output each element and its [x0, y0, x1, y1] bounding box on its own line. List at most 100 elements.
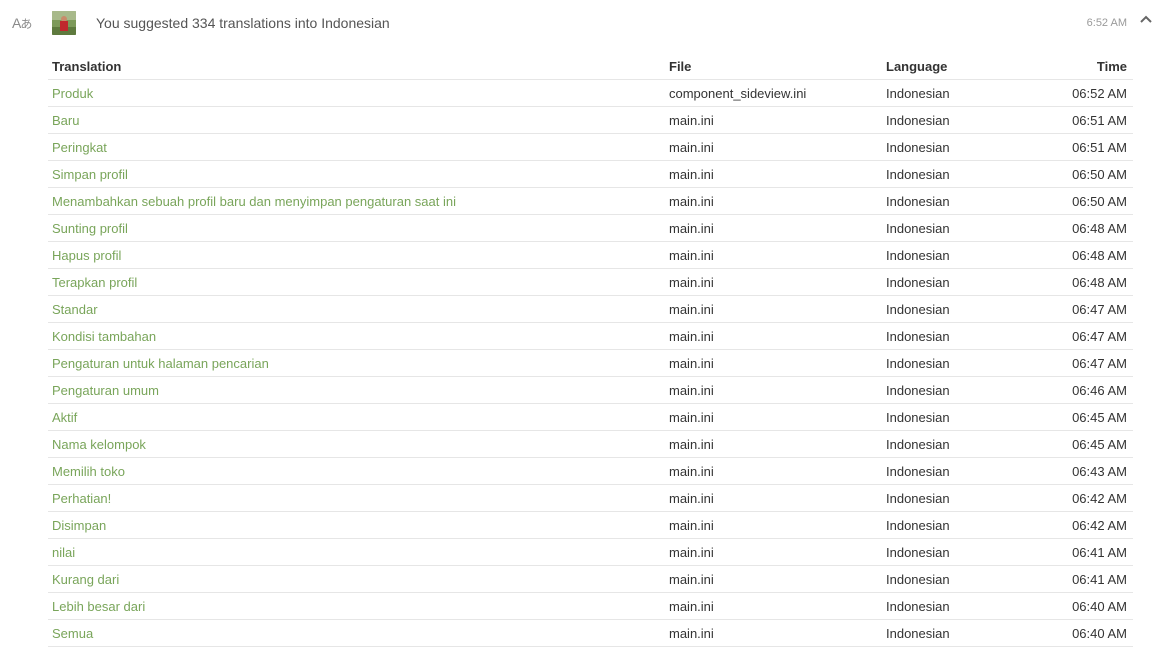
- file-cell: main.ini: [665, 376, 882, 404]
- table-row: Sunting profil main.ini Indonesian 06:48 AM: [48, 214, 1133, 242]
- translation-link[interactable]: Peringkat: [52, 140, 107, 155]
- activity-header: Aあ You suggested 334 translations into I…: [0, 0, 1170, 46]
- language-cell: Indonesian: [882, 592, 1027, 620]
- time-cell: 06:48 AM: [1027, 268, 1133, 296]
- translation-link[interactable]: Memilih toko: [52, 464, 125, 479]
- translation-link[interactable]: Simpan profil: [52, 167, 128, 182]
- language-cell: Indonesian: [882, 241, 1027, 269]
- translation-cell: Standar: [48, 295, 665, 323]
- translation-link[interactable]: Aktif: [52, 410, 77, 425]
- time-cell: 06:51 AM: [1027, 133, 1133, 161]
- activity-time: 6:52 AM: [1086, 17, 1127, 29]
- translation-link[interactable]: Terapkan profil: [52, 275, 137, 290]
- translation-link[interactable]: Lebih besar dari: [52, 599, 145, 614]
- table-row: Peringkat main.ini Indonesian 06:51 AM: [48, 133, 1133, 161]
- file-cell: main.ini: [665, 511, 882, 539]
- translation-link[interactable]: Hapus profil: [52, 248, 121, 263]
- table-row: Kondisi tambahan main.ini Indonesian 06:47 …: [48, 322, 1133, 350]
- translation-cell: Semua: [48, 619, 665, 647]
- language-cell: Indonesian: [882, 187, 1027, 215]
- time-cell: 06:47 AM: [1027, 322, 1133, 350]
- file-cell: main.ini: [665, 187, 882, 215]
- translation-link[interactable]: Nama kelompok: [52, 437, 146, 452]
- time-cell: 06:40 AM: [1027, 619, 1133, 647]
- translation-link[interactable]: Produk: [52, 86, 93, 101]
- translation-link[interactable]: Kondisi tambahan: [52, 329, 156, 344]
- column-header-translation: Translation: [48, 54, 665, 80]
- table-row: Perhatian! main.ini Indonesian 06:42 AM: [48, 484, 1133, 512]
- time-cell: 06:45 AM: [1027, 430, 1133, 458]
- chevron-up-icon[interactable]: [1138, 12, 1154, 28]
- translation-link[interactable]: Sunting profil: [52, 221, 128, 236]
- table-row: Pengaturan untuk halaman pencarian main.i…: [48, 349, 1133, 377]
- table-row: Menambahkan sebuah profil baru dan menyi…: [48, 187, 1133, 215]
- translation-cell: Perhatian!: [48, 484, 665, 512]
- translation-link[interactable]: Semua: [52, 626, 93, 641]
- table-row: Lebih besar dari main.ini Indonesian 06:40 …: [48, 592, 1133, 620]
- table-row: Semua main.ini Indonesian 06:40 AM: [48, 619, 1133, 647]
- file-cell: main.ini: [665, 565, 882, 593]
- translation-cell: Pengaturan untuk halaman pencarian: [48, 349, 665, 377]
- language-cell: Indonesian: [882, 511, 1027, 539]
- file-cell: main.ini: [665, 214, 882, 242]
- translation-cell: Peringkat: [48, 133, 665, 161]
- language-cell: Indonesian: [882, 376, 1027, 404]
- translation-cell: Pengaturan umum: [48, 376, 665, 404]
- table-row: Pengaturan umum main.ini Indonesian 06:46 A…: [48, 376, 1133, 404]
- time-cell: 06:48 AM: [1027, 241, 1133, 269]
- time-cell: 06:50 AM: [1027, 160, 1133, 188]
- translation-cell: Simpan profil: [48, 160, 665, 188]
- table-row: Memilih toko main.ini Indonesian 06:43 AM: [48, 457, 1133, 485]
- translation-link[interactable]: nilai: [52, 545, 75, 560]
- translation-link[interactable]: Perhatian!: [52, 491, 111, 506]
- language-cell: Indonesian: [882, 565, 1027, 593]
- translation-cell: nilai: [48, 538, 665, 566]
- language-cell: Indonesian: [882, 160, 1027, 188]
- translation-link[interactable]: Disimpan: [52, 518, 106, 533]
- file-cell: main.ini: [665, 457, 882, 485]
- time-cell: 06:48 AM: [1027, 214, 1133, 242]
- column-header-file: File: [665, 54, 882, 80]
- table-row: Simpan profil main.ini Indonesian 06:50 AM: [48, 160, 1133, 188]
- file-cell: main.ini: [665, 430, 882, 458]
- time-cell: 06:41 AM: [1027, 538, 1133, 566]
- table-row: nilai main.ini Indonesian 06:41 AM: [48, 538, 1133, 566]
- table-header-row: Translation File Language Time: [48, 54, 1133, 80]
- table-row: Aktif main.ini Indonesian 06:45 AM: [48, 403, 1133, 431]
- file-cell: main.ini: [665, 106, 882, 134]
- file-cell: main.ini: [665, 295, 882, 323]
- time-cell: 06:51 AM: [1027, 106, 1133, 134]
- translation-cell: Baru: [48, 106, 665, 134]
- translation-cell: Hapus profil: [48, 241, 665, 269]
- column-header-time: Time: [1027, 54, 1133, 80]
- translation-link[interactable]: Pengaturan umum: [52, 383, 159, 398]
- table-body: Produk component_sideview.ini Indonesian 06…: [48, 79, 1133, 647]
- language-cell: Indonesian: [882, 322, 1027, 350]
- translation-cell: Memilih toko: [48, 457, 665, 485]
- time-cell: 06:41 AM: [1027, 565, 1133, 593]
- time-cell: 06:47 AM: [1027, 349, 1133, 377]
- translation-link[interactable]: Baru: [52, 113, 79, 128]
- translation-link[interactable]: Kurang dari: [52, 572, 119, 587]
- translation-cell: Lebih besar dari: [48, 592, 665, 620]
- language-cell: Indonesian: [882, 430, 1027, 458]
- file-cell: main.ini: [665, 592, 882, 620]
- file-cell: main.ini: [665, 484, 882, 512]
- file-cell: main.ini: [665, 241, 882, 269]
- translation-link[interactable]: Pengaturan untuk halaman pencarian: [52, 356, 269, 371]
- file-cell: component_sideview.ini: [665, 79, 882, 107]
- translation-link[interactable]: Menambahkan sebuah profil baru dan menyi…: [52, 194, 456, 209]
- file-cell: main.ini: [665, 538, 882, 566]
- file-cell: main.ini: [665, 322, 882, 350]
- language-cell: Indonesian: [882, 538, 1027, 566]
- translation-cell: Kondisi tambahan: [48, 322, 665, 350]
- translate-icon: Aあ: [12, 15, 32, 31]
- language-cell: Indonesian: [882, 349, 1027, 377]
- table-row: Standar main.ini Indonesian 06:47 AM: [48, 295, 1133, 323]
- time-cell: 06:50 AM: [1027, 187, 1133, 215]
- table-row: Terapkan profil main.ini Indonesian 06:48 A…: [48, 268, 1133, 296]
- translation-link[interactable]: Standar: [52, 302, 98, 317]
- avatar[interactable]: [52, 11, 76, 35]
- table-row: Kurang dari main.ini Indonesian 06:41 AM: [48, 565, 1133, 593]
- file-cell: main.ini: [665, 349, 882, 377]
